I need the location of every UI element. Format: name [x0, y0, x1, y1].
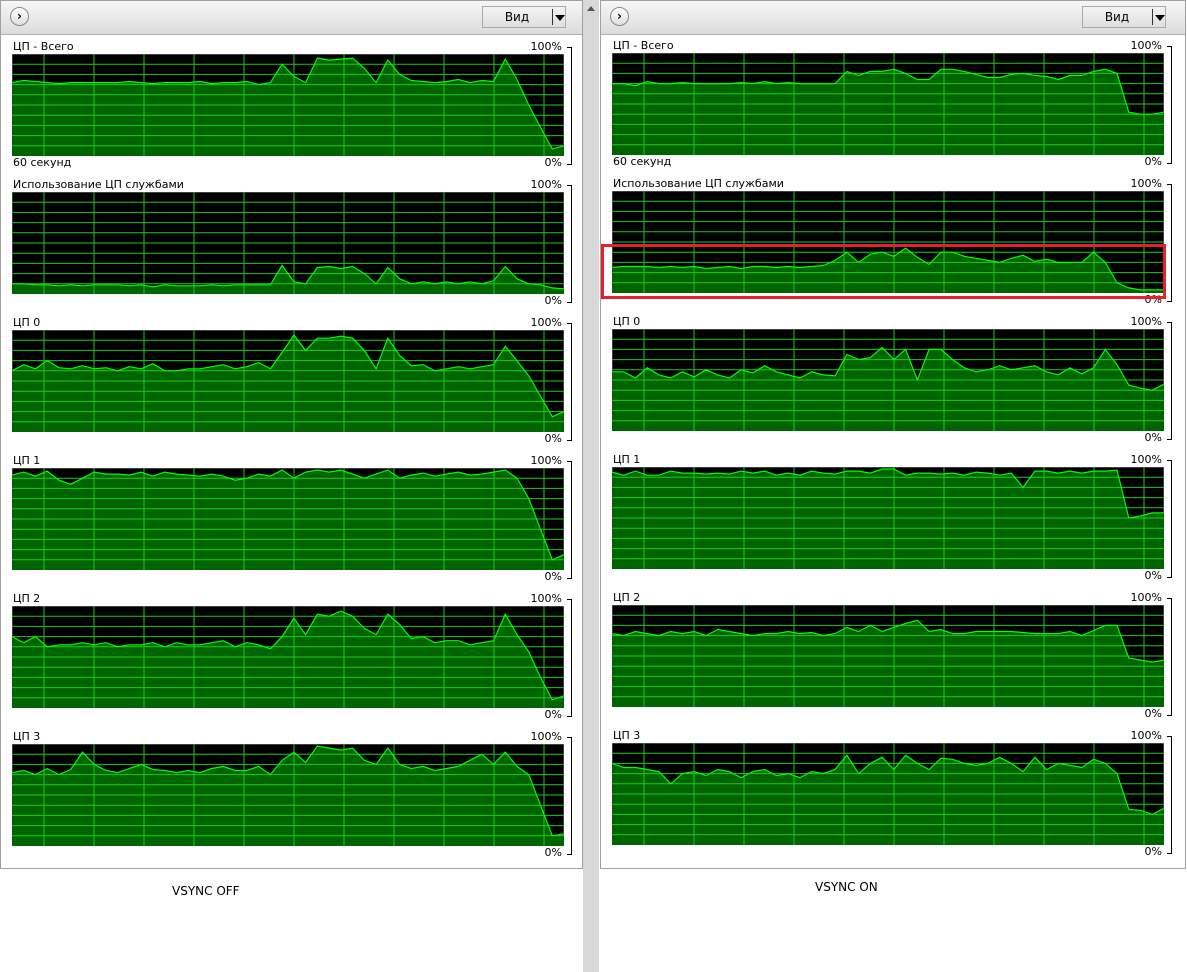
max-label: 100% — [530, 592, 562, 605]
divider — [1152, 9, 1153, 25]
scale-bracket — [567, 323, 572, 441]
graph-title: ЦП - Всего — [613, 39, 674, 52]
graph-title: ЦП 3 — [13, 730, 41, 743]
cpu-graph — [12, 54, 564, 156]
min-label: 0% — [1144, 707, 1162, 720]
highlight-box — [601, 244, 1166, 299]
graph-title: ЦП 0 — [13, 316, 41, 329]
caption-vsync-on: VSYNC ON — [815, 880, 878, 894]
max-label: 100% — [530, 730, 562, 743]
max-label: 100% — [530, 454, 562, 467]
cpu-graph — [612, 743, 1164, 845]
scale-bracket — [1167, 598, 1172, 716]
panel-vsync-on: › Вид ЦП - Всего 100% 0% 60 секунд Исполь… — [600, 0, 1186, 869]
view-button-label: Вид — [1104, 10, 1130, 24]
scale-bracket — [567, 737, 572, 855]
min-label: 0% — [1144, 431, 1162, 444]
scale-bracket — [1167, 322, 1172, 440]
panel-header: › Вид — [601, 1, 1185, 35]
dropdown-arrow-icon[interactable] — [555, 15, 565, 21]
max-label: 100% — [1130, 315, 1162, 328]
graph-title: ЦП 1 — [613, 453, 641, 466]
expand-arrow-icon[interactable]: › — [610, 7, 629, 26]
min-label: 0% — [544, 156, 562, 169]
min-label: 0% — [1144, 155, 1162, 168]
graph-title: Использование ЦП службами — [13, 178, 184, 191]
min-label: 0% — [544, 570, 562, 583]
graph-title: ЦП 3 — [613, 729, 641, 742]
usage-area — [12, 470, 564, 570]
cpu-graph — [612, 467, 1164, 569]
expand-arrow-icon[interactable]: › — [10, 7, 29, 26]
min-label: 0% — [1144, 569, 1162, 582]
min-label: 0% — [544, 708, 562, 721]
graph-title: ЦП - Всего — [13, 40, 74, 53]
scale-bracket — [1167, 460, 1172, 578]
cpu-graph — [12, 192, 564, 294]
max-label: 100% — [1130, 39, 1162, 52]
scale-bracket — [567, 461, 572, 579]
min-label: 0% — [544, 846, 562, 859]
view-button[interactable]: Вид — [482, 6, 566, 28]
cpu-graph — [12, 606, 564, 708]
graph-title: ЦП 0 — [613, 315, 641, 328]
divider — [552, 9, 553, 25]
dropdown-arrow-icon[interactable] — [1155, 15, 1165, 21]
cpu-graph — [612, 329, 1164, 431]
cpu-graph — [12, 744, 564, 846]
max-label: 100% — [530, 316, 562, 329]
time-span-label: 60 секунд — [613, 155, 672, 168]
panel-vsync-off: › Вид ЦП - Всего 100% 0% 60 секунд Исполь… — [0, 0, 583, 869]
time-span-label: 60 секунд — [13, 156, 72, 169]
max-label: 100% — [1130, 177, 1162, 190]
max-label: 100% — [1130, 591, 1162, 604]
caption-vsync-off: VSYNC OFF — [172, 884, 240, 898]
scale-bracket — [567, 185, 572, 303]
min-label: 0% — [544, 432, 562, 445]
graph-title: ЦП 2 — [13, 592, 41, 605]
max-label: 100% — [1130, 729, 1162, 742]
scale-bracket — [1167, 46, 1172, 164]
cpu-graph — [12, 330, 564, 432]
scale-bracket — [1167, 736, 1172, 854]
scroll-up-arrow-icon[interactable] — [587, 6, 595, 11]
scale-bracket — [567, 599, 572, 717]
cpu-graph — [12, 468, 564, 570]
cpu-graph — [612, 53, 1164, 155]
min-label: 0% — [544, 294, 562, 307]
usage-area — [612, 469, 1164, 569]
max-label: 100% — [530, 178, 562, 191]
scrollbar[interactable] — [583, 0, 599, 972]
graph-title: Использование ЦП службами — [613, 177, 784, 190]
panel-header: › Вид — [1, 1, 582, 35]
graph-title: ЦП 2 — [613, 591, 641, 604]
view-button-label: Вид — [504, 10, 530, 24]
cpu-graph — [612, 605, 1164, 707]
min-label: 0% — [1144, 845, 1162, 858]
scale-bracket — [1167, 184, 1172, 302]
max-label: 100% — [1130, 453, 1162, 466]
scale-bracket — [567, 47, 572, 165]
max-label: 100% — [530, 40, 562, 53]
view-button[interactable]: Вид — [1082, 6, 1166, 28]
graph-title: ЦП 1 — [13, 454, 41, 467]
